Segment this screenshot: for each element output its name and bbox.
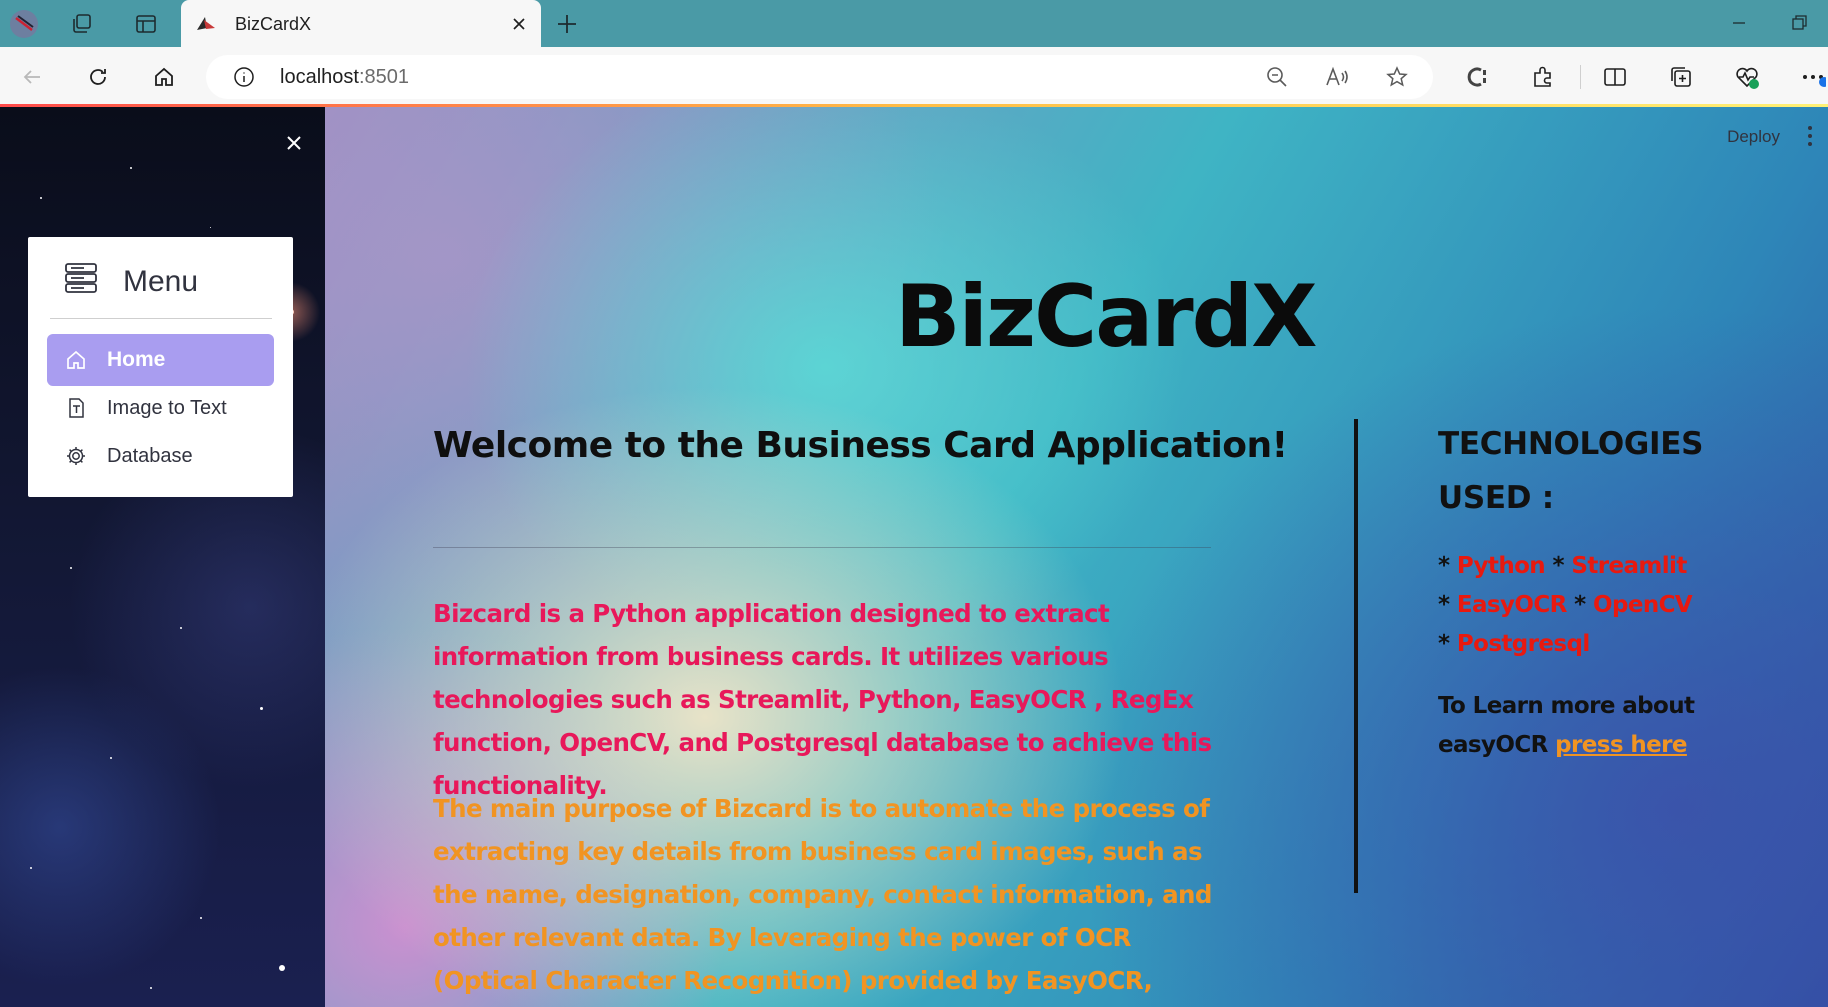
zoom-out-icon[interactable] [1263,63,1291,91]
tech-opencv: OpenCV [1593,592,1693,618]
menu-item-label: Image to Text [107,397,227,419]
bullet: * [1438,553,1450,579]
star-decoration [40,197,42,199]
bullet: * [1438,631,1450,657]
url-text: localhost:8501 [280,66,409,89]
technologies-list: * Python * Streamlit * EasyOCR * OpenCV … [1438,547,1698,664]
home-icon[interactable] [147,60,181,94]
deploy-button[interactable]: Deploy [1727,127,1780,147]
toolbar-separator [1580,65,1581,89]
bullet: * [1574,592,1586,618]
tab-bizcardx[interactable]: BizCardX [181,0,541,47]
menu-item-label: Home [107,348,166,371]
tab-title: BizCardX [235,14,312,34]
address-bar[interactable]: localhost:8501 [206,55,1433,99]
tech-python: Python [1456,553,1546,579]
menu-item-image-to-text[interactable]: Image to Text [47,382,274,434]
site-info-icon[interactable] [230,63,258,91]
star-decoration [130,167,132,169]
workspaces-icon[interactable] [66,8,98,40]
menu-item-home[interactable]: Home [47,334,274,386]
star-decoration [150,987,152,989]
bullet: * [1438,592,1450,618]
favorite-star-icon[interactable] [1383,63,1411,91]
main-menu-kebab-icon[interactable] [1800,123,1820,149]
window-controls [1708,0,1828,47]
press-here-link[interactable]: press here [1555,732,1687,758]
collections-icon[interactable] [1664,60,1698,94]
menu-server-icon [64,259,98,297]
read-aloud-icon[interactable] [1323,63,1351,91]
close-sidebar-icon[interactable] [280,129,308,157]
reload-icon[interactable] [81,60,115,94]
menu-title: Menu [123,265,199,298]
back-icon[interactable] [15,60,49,94]
browser-tab-strip: BizCardX [0,0,1828,47]
learn-more-text: To Learn more about easyOCR press here [1438,687,1698,765]
text-file-icon [65,397,87,419]
menu-item-label: Database [107,445,193,467]
tech-easyocr: EasyOCR [1456,592,1567,618]
star-decoration [200,917,202,919]
welcome-heading: Welcome to the Business Card Application… [433,425,1288,466]
star-decoration [180,627,182,629]
star-decoration [110,757,112,759]
streamlit-app: Menu Home Image to Text Database Deploy … [0,107,1828,1007]
purpose-paragraph: The main purpose of Bizcard is to automa… [433,794,1212,995]
star-decoration [260,707,263,710]
copilot-c-icon[interactable] [1460,60,1494,94]
description-paragraph: Bizcard is a Python application designed… [433,599,1212,800]
bullet: * [1552,553,1565,579]
more-menu-icon[interactable] [1796,60,1828,94]
minimize-icon[interactable] [1726,10,1752,41]
tech-postgresql: Postgresql [1456,631,1590,657]
close-tab-icon[interactable] [507,12,531,36]
new-tab-icon[interactable] [551,8,583,40]
page-title: BizCardX [895,267,1318,367]
profile-avatar-icon[interactable] [8,8,40,40]
star-decoration [70,567,72,569]
section-divider [433,547,1211,548]
streamlit-favicon-icon [195,14,217,34]
technologies-heading: TECHNOLOGIES USED : [1438,426,1704,516]
restore-icon[interactable] [1786,10,1812,41]
tab-actions-icon[interactable] [130,8,162,40]
menu-item-database[interactable]: Database [47,430,274,482]
main-content: Deploy BizCardX Welcome to the Business … [325,107,1828,1007]
sidebar: Menu Home Image to Text Database [0,107,325,1007]
column-divider [1354,419,1358,893]
menu-divider [50,318,272,319]
gear-icon [65,445,87,467]
house-icon [65,349,87,371]
url-port: :8501 [358,66,409,88]
url-host: localhost [280,66,359,88]
star-decoration [30,867,32,869]
option-menu: Menu Home Image to Text Database [28,237,293,497]
star-decoration [210,227,211,228]
tech-streamlit: Streamlit [1571,553,1687,579]
browser-toolbar: localhost:8501 [0,47,1828,106]
star-decoration [279,965,285,971]
browser-essentials-icon[interactable] [1730,60,1764,94]
split-screen-icon[interactable] [1598,60,1632,94]
extensions-icon[interactable] [1526,60,1560,94]
